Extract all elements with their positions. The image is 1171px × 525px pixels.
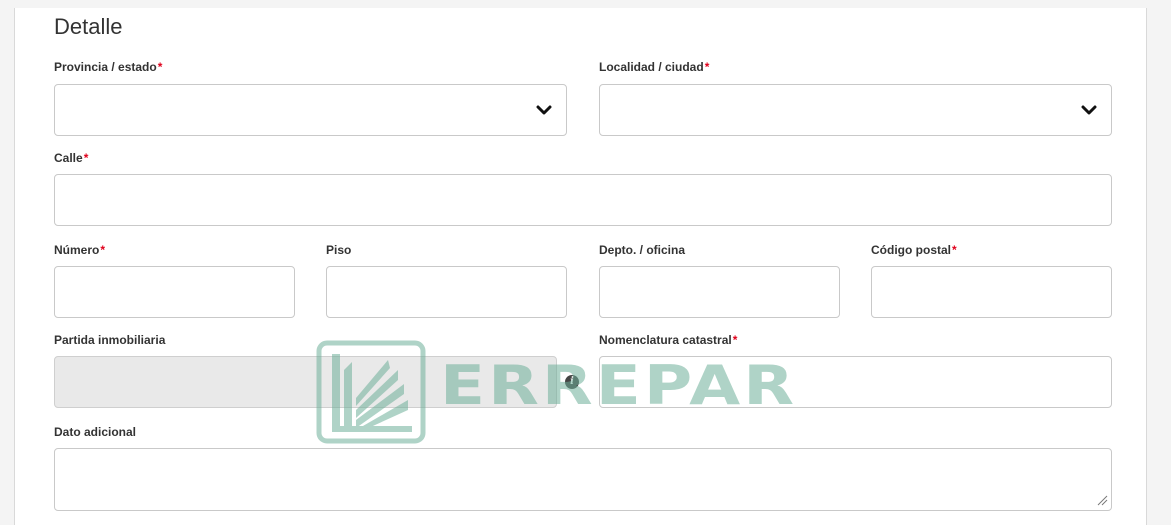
resize-handle-icon[interactable] (1096, 494, 1108, 506)
localidad-select[interactable] (599, 84, 1112, 136)
nomenclatura-label: Nomenclatura catastral* (599, 333, 737, 347)
codigo-postal-label: Código postal* (871, 243, 957, 257)
required-mark: * (732, 333, 738, 347)
dato-adicional-label-text: Dato adicional (54, 425, 137, 439)
chevron-down-icon (536, 105, 552, 115)
piso-label: Piso (326, 243, 351, 257)
provincia-label: Provincia / estado* (54, 60, 162, 74)
numero-input[interactable] (54, 266, 295, 318)
localidad-label-text: Localidad / ciudad (599, 60, 704, 74)
dato-adicional-textarea[interactable] (54, 448, 1112, 511)
required-mark: * (100, 243, 106, 257)
piso-input[interactable] (326, 266, 567, 318)
partida-label: Partida inmobiliaria (54, 333, 165, 347)
codigo-postal-input[interactable] (871, 266, 1112, 318)
required-mark: * (83, 151, 89, 165)
calle-label: Calle* (54, 151, 88, 165)
piso-label-text: Piso (326, 243, 352, 257)
provincia-select[interactable] (54, 84, 567, 136)
depto-label-text: Depto. / oficina (599, 243, 686, 257)
required-mark: * (157, 60, 163, 74)
dato-adicional-label: Dato adicional (54, 425, 136, 439)
required-mark: * (952, 243, 957, 257)
numero-label: Número* (54, 243, 105, 257)
codigo-postal-label-text: Código postal (871, 243, 951, 257)
chevron-down-icon (1081, 105, 1097, 115)
nomenclatura-input[interactable] (599, 356, 1112, 408)
numero-label-text: Número (54, 243, 100, 257)
calle-label-text: Calle (54, 151, 83, 165)
nomenclatura-label-text: Nomenclatura catastral (599, 333, 732, 347)
info-icon[interactable]: i (565, 375, 579, 389)
partida-label-text: Partida inmobiliaria (54, 333, 166, 347)
depto-label: Depto. / oficina (599, 243, 685, 257)
section-title: Detalle (54, 14, 123, 39)
partida-input (54, 356, 557, 408)
localidad-label: Localidad / ciudad* (599, 60, 709, 74)
required-mark: * (704, 60, 710, 74)
provincia-label-text: Provincia / estado (54, 60, 157, 74)
depto-input[interactable] (599, 266, 840, 318)
calle-input[interactable] (54, 174, 1112, 226)
